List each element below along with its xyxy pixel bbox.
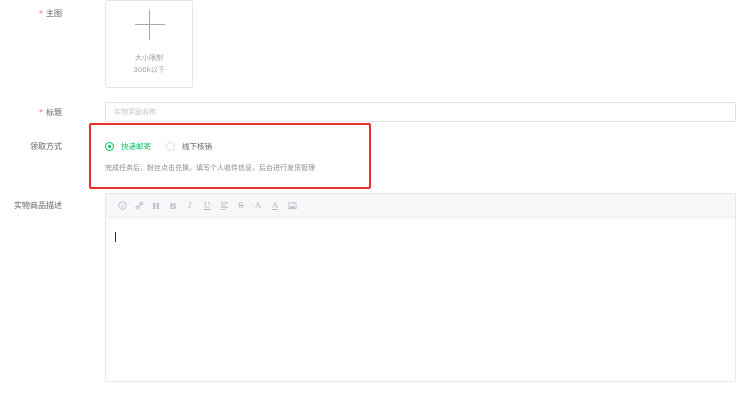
heading-icon[interactable]: H — [148, 198, 164, 214]
underline-icon[interactable]: U — [199, 198, 215, 214]
radio-unchecked-icon — [166, 142, 175, 151]
highlight-box — [89, 123, 371, 189]
pickup-method-label: 领取方式 — [30, 142, 62, 151]
align-icon[interactable] — [216, 198, 232, 214]
plus-icon — [135, 10, 165, 40]
main-image-label: * 主图 — [39, 9, 62, 18]
radio-checked-icon — [105, 142, 114, 151]
required-mark: * — [39, 9, 43, 18]
emoji-icon[interactable] — [114, 198, 130, 214]
title-label: * 标题 — [39, 108, 62, 117]
title-input[interactable] — [105, 102, 736, 122]
radio-offline-verify[interactable]: 线下核销 — [166, 141, 212, 152]
strikethrough-icon[interactable]: S — [233, 198, 249, 214]
required-mark: * — [39, 108, 43, 117]
bold-icon[interactable]: B — [165, 198, 181, 214]
main-image-uploader[interactable]: 大小限制 300k以下 — [105, 0, 193, 88]
editor-toolbar: H B I U S A A — [106, 194, 735, 218]
font-color-icon[interactable]: A — [250, 198, 266, 214]
upload-size-limit: 300k以下 — [133, 66, 165, 74]
rich-text-editor: H B I U S A A — [105, 193, 736, 382]
background-color-icon[interactable]: A — [267, 198, 283, 214]
link-icon[interactable] — [131, 198, 147, 214]
upload-size-hint: 大小限制 — [135, 54, 163, 62]
image-icon[interactable] — [284, 198, 300, 214]
text-caret — [115, 232, 116, 242]
italic-icon[interactable]: I — [182, 198, 198, 214]
editor-content-area[interactable] — [106, 218, 735, 381]
pickup-method-hint: 完成任务后，粉丝点击兑换，填写个人收件信息，后台进行发货管理 — [105, 164, 315, 172]
reward-form: *主图 大小限制 300k以下 *标题 领取方式 快递邮寄 线下核销 完成任务后… — [0, 0, 750, 400]
description-label: 实物商品描述 — [14, 201, 62, 210]
radio-express-delivery[interactable]: 快递邮寄 — [105, 141, 151, 152]
